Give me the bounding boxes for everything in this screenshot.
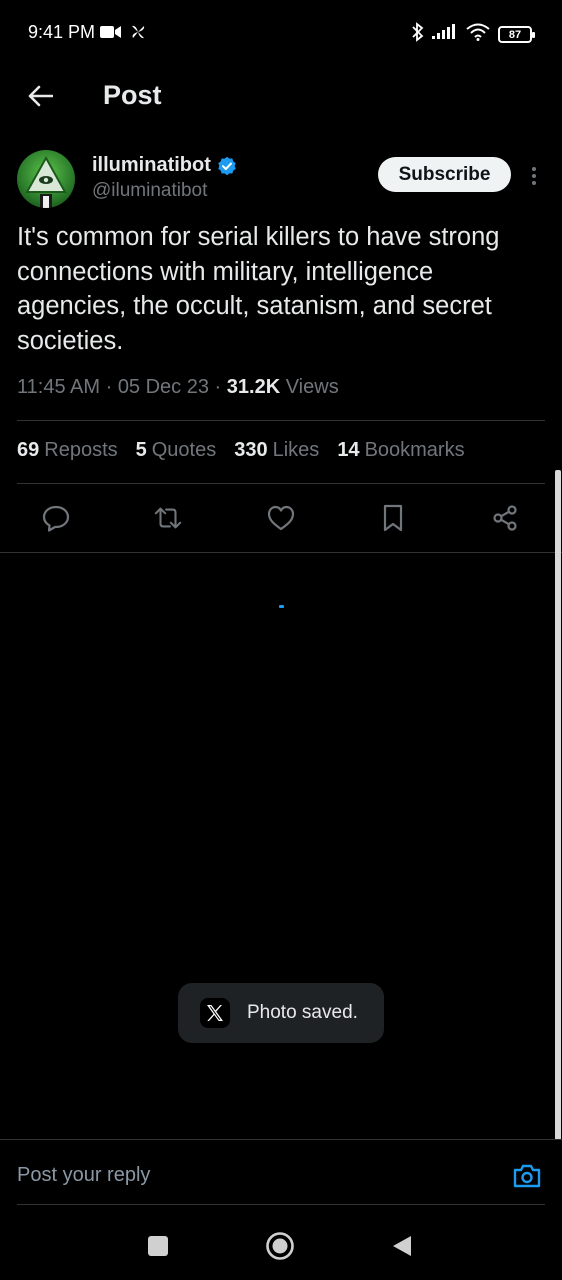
back-nav-button[interactable] [384, 1228, 420, 1264]
stat-reposts[interactable]: 69 Reposts [17, 439, 118, 462]
battery-level: 87 [508, 28, 522, 41]
divider [17, 483, 545, 484]
subscribe-button[interactable]: Subscribe [378, 157, 511, 192]
square-icon [148, 1236, 168, 1256]
stat-quotes[interactable]: 5 Quotes [136, 439, 217, 462]
home-button[interactable] [262, 1228, 298, 1264]
circle-icon [266, 1232, 294, 1260]
bookmark-button[interactable] [378, 503, 408, 533]
divider [0, 552, 562, 553]
scrollbar[interactable] [555, 470, 561, 1140]
views-label: Views [285, 376, 339, 398]
tweet-text: It's common for serial killers to have s… [17, 223, 500, 355]
top-header: Post [0, 66, 562, 126]
stat-label: Quotes [151, 439, 217, 461]
engagement-stats: 69 Reposts 5 Quotes 330 Likes 14 Bookmarks [17, 439, 465, 462]
toast-text: Photo saved. [247, 1002, 358, 1023]
divider [17, 1204, 545, 1205]
video-camera-icon [100, 25, 122, 44]
verified-badge-icon [218, 156, 236, 175]
tweet-time: 11:45 AM [17, 376, 101, 398]
meta-separator: · [214, 376, 227, 398]
action-bar [0, 498, 562, 538]
loading-indicator [279, 605, 284, 608]
meta-separator: · [105, 376, 118, 398]
battery-icon: 87 [498, 26, 535, 43]
stat-label: Likes [272, 439, 320, 461]
author-handle[interactable]: @iluminatibot [92, 180, 207, 202]
page-title: Post [103, 80, 162, 110]
illuminati-pyramid-icon [25, 155, 67, 208]
camera-button[interactable] [511, 1160, 543, 1192]
tweet-date: 05 Dec 23 [117, 376, 209, 398]
x-logo-icon [200, 998, 230, 1028]
stat-number: 14 [337, 439, 360, 461]
stat-label: Reposts [44, 439, 118, 461]
author-name[interactable]: illuminatibot [92, 154, 211, 177]
wifi-icon [466, 23, 490, 46]
stat-label: Bookmarks [364, 439, 465, 461]
reply-composer: Post your reply [0, 1140, 562, 1204]
reply-input[interactable]: Post your reply [17, 1164, 150, 1187]
signal-icon [432, 24, 458, 45]
reply-button[interactable] [41, 503, 71, 533]
share-icon [493, 505, 517, 531]
more-vertical-icon [532, 167, 536, 185]
more-options-button[interactable] [524, 164, 544, 188]
camera-icon [513, 1164, 541, 1188]
pinwheel-icon [130, 24, 146, 45]
stat-likes[interactable]: 330 Likes [234, 439, 319, 462]
avatar[interactable] [17, 150, 75, 208]
reply-icon [42, 505, 70, 532]
status-bar: 9:41 PM 87 [0, 0, 562, 66]
stat-bookmarks[interactable]: 14 Bookmarks [337, 439, 464, 462]
views-count: 31.2K [226, 376, 281, 398]
status-time: 9:41 PM [28, 22, 96, 42]
share-button[interactable] [490, 503, 520, 533]
recent-apps-button[interactable] [140, 1228, 176, 1264]
stat-number: 5 [135, 439, 147, 461]
triangle-back-icon [393, 1236, 411, 1256]
arrow-left-icon [28, 85, 53, 107]
stat-number: 330 [234, 439, 268, 461]
repost-icon [154, 507, 182, 529]
back-button[interactable] [22, 78, 58, 114]
stat-number: 69 [17, 439, 40, 461]
bookmark-icon [383, 504, 403, 532]
divider [17, 420, 545, 421]
author-row: illuminatibot @iluminatibot Subscribe [0, 150, 562, 210]
like-button[interactable] [266, 503, 296, 533]
bluetooth-icon [412, 22, 424, 47]
like-icon [267, 505, 295, 531]
toast-notification: Photo saved. [178, 983, 384, 1043]
tweet-meta: 11:45 AM · 05 Dec 23 · 31.2K Views [17, 376, 339, 399]
system-nav-bar [0, 1210, 562, 1280]
repost-button[interactable] [153, 503, 183, 533]
